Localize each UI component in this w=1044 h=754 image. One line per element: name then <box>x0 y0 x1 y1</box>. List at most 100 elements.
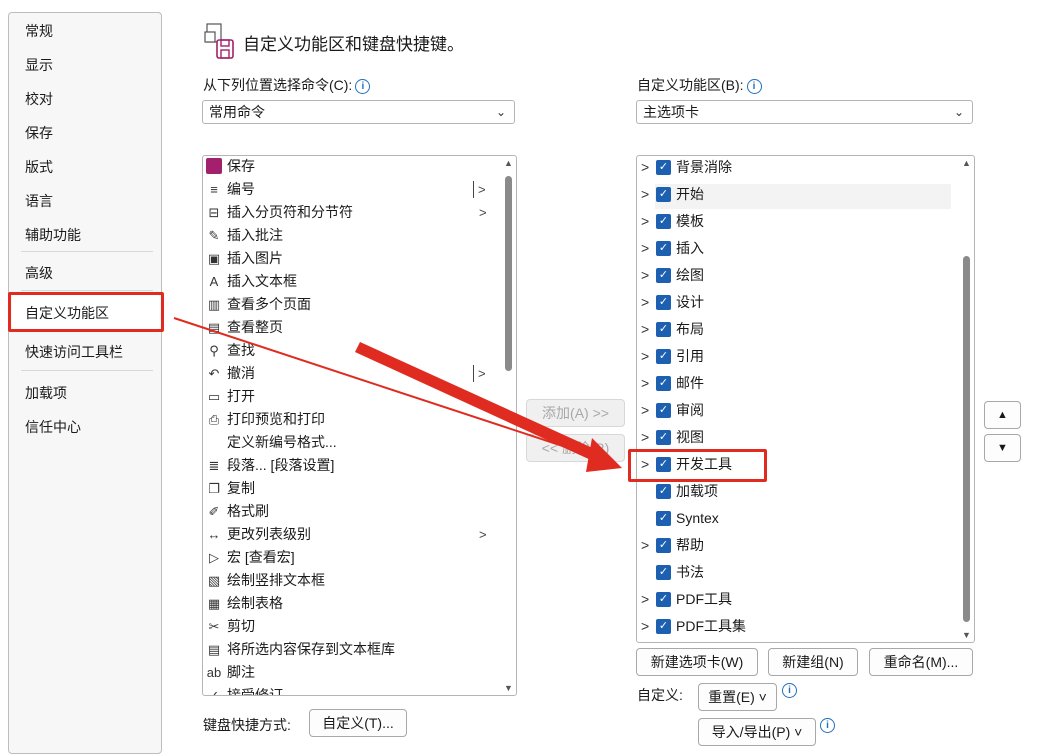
add-button[interactable]: 添加(A) >> <box>526 399 625 427</box>
nav-item-display[interactable]: 显示 <box>25 55 53 75</box>
info-icon[interactable]: i <box>782 683 797 698</box>
command-item[interactable]: ⎙ 打印预览和打印 <box>205 408 495 431</box>
move-down-button[interactable]: ▼ <box>984 434 1021 462</box>
checkbox-checked[interactable]: ✓ <box>656 241 671 256</box>
chevron-right-icon[interactable]: > <box>641 370 649 397</box>
chevron-right-icon[interactable]: > <box>641 586 649 613</box>
nav-item-save[interactable]: 保存 <box>25 123 53 143</box>
checkbox-checked[interactable]: ✓ <box>656 214 671 229</box>
chevron-right-icon[interactable]: > <box>641 289 649 316</box>
info-icon[interactable]: i <box>355 78 371 94</box>
nav-item-language[interactable]: 语言 <box>25 191 53 211</box>
new-group-button[interactable]: 新建组(N) <box>768 648 858 676</box>
ribbon-tab-item[interactable]: > ✓ 插入 <box>639 235 949 262</box>
chevron-right-icon[interactable]: > <box>641 316 649 343</box>
chevron-right-icon[interactable]: > <box>641 532 649 559</box>
scroll-up-icon[interactable]: ▲ <box>503 158 514 168</box>
scroll-thumb[interactable] <box>963 256 970 622</box>
chevron-right-icon[interactable]: > <box>641 156 649 181</box>
ribbon-tab-item[interactable]: ✓ 加载项 <box>639 478 949 505</box>
ribbon-tab-item[interactable]: ✓ 书法 <box>639 559 949 586</box>
checkbox-checked[interactable]: ✓ <box>656 376 671 391</box>
checkbox-checked[interactable]: ✓ <box>656 187 671 202</box>
new-tab-button[interactable]: 新建选项卡(W) <box>636 648 758 676</box>
nav-item-quick-access[interactable]: 快速访问工具栏 <box>25 342 123 362</box>
command-item[interactable]: 保存 <box>205 156 495 178</box>
checkbox-checked[interactable]: ✓ <box>656 592 671 607</box>
command-item[interactable]: ✎ 插入批注 <box>205 224 495 247</box>
nav-item-proofing[interactable]: 校对 <box>25 89 53 109</box>
nav-item-layout[interactable]: 版式 <box>25 157 53 177</box>
ribbon-tab-item[interactable]: > ✓ 背景消除 <box>639 156 949 181</box>
ribbon-tab-item[interactable]: > ✓ 设计 <box>639 289 949 316</box>
nav-item-general[interactable]: 常规 <box>25 21 53 41</box>
ribbon-tabs-dropdown[interactable]: 主选项卡 ⌄ <box>636 100 973 124</box>
chevron-right-icon[interactable]: > <box>641 613 649 640</box>
chevron-right-icon[interactable]: > <box>641 343 649 370</box>
ribbon-tab-item[interactable]: > ✓ 帮助 <box>639 532 949 559</box>
checkbox-checked[interactable]: ✓ <box>656 511 671 526</box>
chevron-right-icon[interactable]: > <box>641 262 649 289</box>
import-export-button[interactable]: 导入/导出(P) ˅ <box>698 718 816 746</box>
command-item[interactable]: ⚲ 查找 <box>205 339 495 362</box>
chevron-right-icon[interactable]: > <box>641 397 649 424</box>
ribbon-tab-item[interactable]: > ✓ 审阅 <box>639 397 949 424</box>
info-icon[interactable]: i <box>820 718 835 733</box>
command-item[interactable]: ≡ 编号 > <box>205 178 495 201</box>
checkbox-checked[interactable]: ✓ <box>656 538 671 553</box>
command-item[interactable]: ⊟ 插入分页符和分节符 > <box>205 201 495 224</box>
command-item[interactable]: ❐ 复制 <box>205 477 495 500</box>
command-item[interactable]: ✐ 格式刷 <box>205 500 495 523</box>
command-item[interactable]: ▣ 插入图片 <box>205 247 495 270</box>
command-item[interactable]: ▧ 绘制竖排文本框 <box>205 569 495 592</box>
ribbon-tab-item[interactable]: > ✓ PDF工具集 <box>639 613 949 640</box>
command-item[interactable]: ▤ 查看整页 <box>205 316 495 339</box>
commands-list[interactable]: 保存 ≡ 编号 > ⊟ 插入分页符和分节符 > ✎ 插入批注 ▣ 插入图片 A 插入文本框 ▥ 查看多个页面… <box>202 155 517 696</box>
ribbon-tab-item[interactable]: > ✓ 开始 <box>639 181 949 208</box>
nav-item-accessibility[interactable]: 辅助功能 <box>25 225 81 245</box>
ribbon-tab-item[interactable]: > ✓ PDF工具 <box>639 586 949 613</box>
ribbon-tab-item[interactable]: ✓ Syntex <box>639 505 949 532</box>
chevron-right-icon[interactable]: > <box>641 235 649 262</box>
command-item[interactable]: ▦ 绘制表格 <box>205 592 495 615</box>
scroll-down-icon[interactable]: ▼ <box>503 683 514 693</box>
command-item[interactable]: ↶ 撤消 > <box>205 362 495 385</box>
command-item[interactable]: ✓ 接受修订 <box>205 684 495 695</box>
chevron-right-icon[interactable]: > <box>641 208 649 235</box>
checkbox-checked[interactable]: ✓ <box>656 403 671 418</box>
checkbox-checked[interactable]: ✓ <box>656 565 671 580</box>
reset-button[interactable]: 重置(E) ˅ <box>698 683 777 711</box>
nav-item-advanced[interactable]: 高级 <box>25 263 53 283</box>
scroll-thumb[interactable] <box>505 176 512 371</box>
scroll-down-icon[interactable]: ▼ <box>961 630 972 640</box>
ribbon-tab-item[interactable]: > ✓ 邮件 <box>639 370 949 397</box>
checkbox-checked[interactable]: ✓ <box>656 430 671 445</box>
commands-source-dropdown[interactable]: 常用命令 ⌄ <box>202 100 515 124</box>
nav-item-addins[interactable]: 加载项 <box>25 383 67 403</box>
command-item[interactable]: ▷ 宏 [查看宏] <box>205 546 495 569</box>
command-item[interactable]: ↔ 更改列表级别 > <box>205 523 495 546</box>
command-item[interactable]: ▭ 打开 <box>205 385 495 408</box>
checkbox-checked[interactable]: ✓ <box>656 619 671 634</box>
customize-keyboard-button[interactable]: 自定义(T)... <box>309 709 407 737</box>
command-item[interactable]: ▤ 将所选内容保存到文本框库 <box>205 638 495 661</box>
checkbox-checked[interactable]: ✓ <box>656 322 671 337</box>
command-item[interactable]: ✂ 剪切 <box>205 615 495 638</box>
command-item[interactable]: ≣ 段落... [段落设置] <box>205 454 495 477</box>
chevron-right-icon[interactable]: > <box>641 181 649 208</box>
ribbon-tab-item[interactable]: > ✓ 布局 <box>639 316 949 343</box>
checkbox-checked[interactable]: ✓ <box>656 349 671 364</box>
checkbox-checked[interactable]: ✓ <box>656 160 671 175</box>
rename-button[interactable]: 重命名(M)... <box>869 648 973 676</box>
ribbon-scrollbar[interactable]: ▲ ▼ <box>961 158 972 640</box>
chevron-right-icon[interactable]: > <box>641 424 649 451</box>
checkbox-checked[interactable]: ✓ <box>656 295 671 310</box>
command-item[interactable]: A 插入文本框 <box>205 270 495 293</box>
ribbon-tab-item[interactable]: > ✓ 引用 <box>639 343 949 370</box>
ribbon-tabs-tree[interactable]: > ✓ 背景消除 > ✓ 开始 > ✓ 模板 > ✓ 插入 > ✓ 绘图 > ✓ 设计 > ✓ 布局 > ✓ 引用 > ✓ 邮件 > ✓… <box>636 155 975 643</box>
checkbox-checked[interactable]: ✓ <box>656 484 671 499</box>
move-up-button[interactable]: ▲ <box>984 401 1021 429</box>
info-icon[interactable]: i <box>746 78 762 94</box>
ribbon-tab-item[interactable]: > ✓ 视图 <box>639 424 949 451</box>
command-item[interactable]: ab 脚注 <box>205 661 495 684</box>
